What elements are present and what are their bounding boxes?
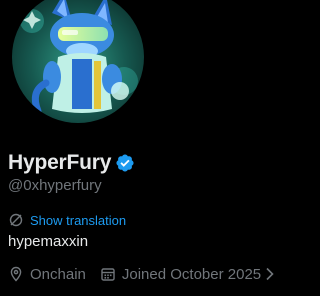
calendar-icon — [100, 266, 116, 282]
profile-bio: hypemaxxin — [8, 233, 89, 250]
profile-meta-row: Onchain Joined October 2025 — [8, 263, 275, 285]
location-text: Onchain — [30, 265, 86, 283]
verified-badge-icon[interactable] — [115, 153, 135, 173]
location-pin-icon — [8, 266, 24, 282]
chevron-right-icon[interactable] — [264, 266, 275, 282]
display-name: HyperFury — [8, 151, 112, 174]
name-row: HyperFury — [8, 150, 135, 176]
joined-date-text: Joined October 2025 — [121, 265, 262, 283]
translate-row: Show translation — [8, 210, 126, 230]
translate-icon — [8, 212, 24, 228]
show-translation-link[interactable]: Show translation — [30, 213, 126, 228]
user-handle: @0xhyperfury — [8, 177, 102, 194]
